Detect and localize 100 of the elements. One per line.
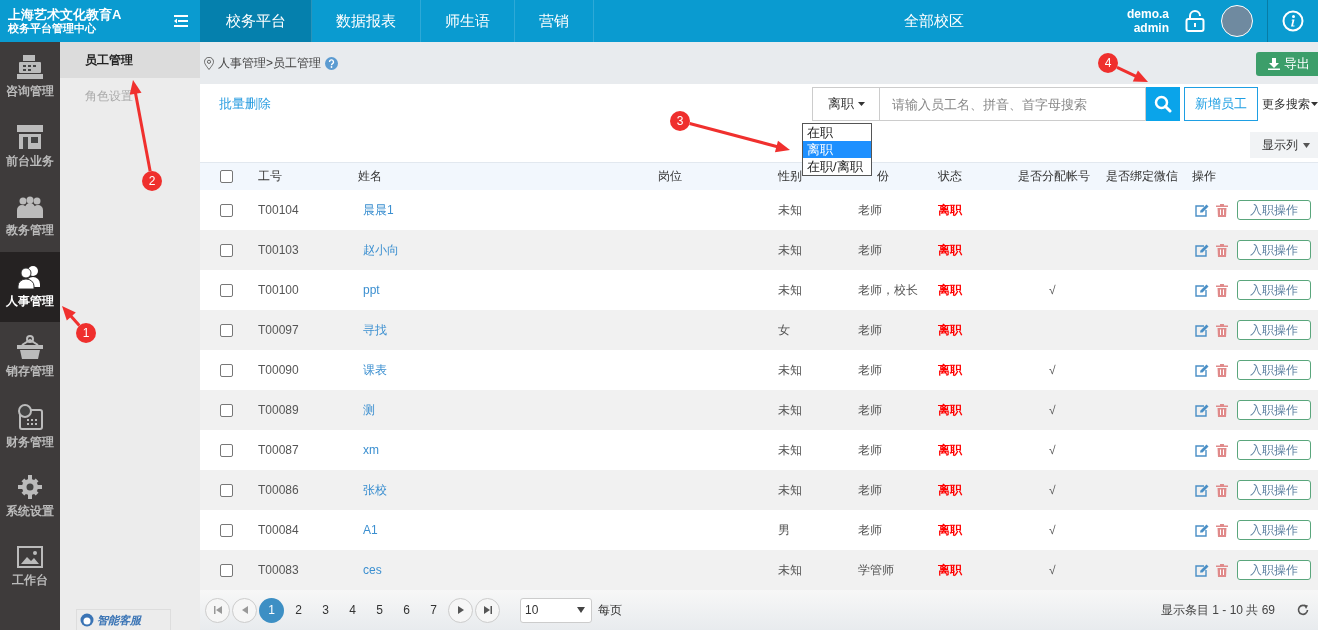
previous-page-button[interactable] — [232, 597, 257, 623]
row-checkbox[interactable] — [220, 203, 233, 217]
row-checkbox[interactable] — [220, 243, 233, 257]
page-number[interactable]: 5 — [367, 597, 392, 623]
row-checkbox[interactable] — [220, 563, 233, 577]
trash-icon[interactable] — [1216, 363, 1228, 377]
table-cell-text: 老师 — [857, 521, 883, 539]
row-checkbox[interactable] — [220, 443, 233, 457]
trash-icon[interactable] — [1216, 203, 1228, 217]
status-text: 离职 — [937, 521, 963, 539]
select-all-checkbox[interactable] — [220, 170, 233, 183]
onboard-button[interactable]: 入职操作 — [1237, 560, 1311, 580]
edit-icon[interactable] — [1195, 283, 1209, 297]
edit-icon[interactable] — [1195, 403, 1209, 417]
bulk-delete-link[interactable]: 批量删除 — [219, 95, 271, 113]
sidebar-item[interactable]: 财务管理 — [0, 392, 60, 462]
trash-icon[interactable] — [1216, 323, 1228, 337]
page-number[interactable]: 3 — [313, 597, 338, 623]
info-icon[interactable] — [1282, 10, 1304, 32]
export-button[interactable]: 导出 — [1256, 52, 1318, 76]
status-option[interactable]: 在职/离职 — [803, 158, 871, 175]
edit-icon[interactable] — [1195, 243, 1209, 257]
status-select[interactable]: 离职 — [812, 87, 880, 121]
page-number[interactable]: 6 — [394, 597, 419, 623]
edit-icon[interactable] — [1195, 363, 1209, 377]
row-checkbox[interactable] — [220, 483, 233, 497]
column-picker-button[interactable]: 显示列 — [1250, 132, 1318, 158]
help-icon[interactable] — [325, 56, 338, 70]
edit-icon[interactable] — [1195, 563, 1209, 577]
last-page-button[interactable] — [475, 597, 500, 623]
trash-icon[interactable] — [1216, 403, 1228, 417]
sidebar-item[interactable]: 销存管理 — [0, 322, 60, 392]
onboard-button[interactable]: 入职操作 — [1237, 520, 1311, 540]
sidebar-item[interactable]: 工作台 — [0, 532, 60, 602]
sidebar-item[interactable]: 前台业务 — [0, 112, 60, 182]
employee-name-link[interactable]: 测 — [363, 402, 375, 417]
more-search-button[interactable]: 更多搜索 — [1258, 87, 1318, 121]
onboard-button[interactable]: 入职操作 — [1237, 240, 1311, 260]
status-text: 离职 — [937, 241, 963, 259]
employee-name-link[interactable]: 赵小向 — [363, 242, 399, 257]
employee-name-link[interactable]: 寻找 — [363, 322, 387, 337]
trash-icon[interactable] — [1216, 523, 1228, 537]
edit-icon[interactable] — [1195, 323, 1209, 337]
row-checkbox[interactable] — [220, 283, 233, 297]
onboard-button[interactable]: 入职操作 — [1237, 400, 1311, 420]
onboard-button[interactable]: 入职操作 — [1237, 320, 1311, 340]
submenu-item[interactable]: 员工管理 — [60, 42, 200, 78]
sidebar-item[interactable]: 人事管理 — [0, 252, 60, 322]
trash-icon[interactable] — [1216, 283, 1228, 297]
edit-icon[interactable] — [1195, 203, 1209, 217]
lock-icon[interactable] — [1185, 10, 1205, 32]
employee-name-link[interactable]: ppt — [363, 283, 380, 297]
trash-icon[interactable] — [1216, 443, 1228, 457]
page-number[interactable]: 2 — [286, 597, 311, 623]
table-cell: √ — [1049, 363, 1056, 377]
status-option[interactable]: 在职 — [803, 124, 871, 141]
edit-icon[interactable] — [1195, 443, 1209, 457]
row-checkbox[interactable] — [220, 323, 233, 337]
page-number[interactable]: 1 — [259, 597, 284, 623]
search-field[interactable]: 请输入员工名、拼音、首字母搜索 — [880, 87, 1146, 121]
next-page-button[interactable] — [448, 597, 473, 623]
row-checkbox[interactable] — [220, 403, 233, 417]
onboard-button[interactable]: 入职操作 — [1237, 440, 1311, 460]
first-page-button[interactable] — [205, 597, 230, 623]
menu-icon[interactable] — [174, 15, 188, 27]
employee-name-link[interactable]: 张校 — [363, 482, 387, 497]
status-option[interactable]: 离职 — [803, 141, 871, 158]
edit-icon[interactable] — [1195, 483, 1209, 497]
refresh-icon[interactable] — [1297, 604, 1309, 616]
employee-name-link[interactable]: A1 — [363, 523, 378, 537]
edit-icon[interactable] — [1195, 523, 1209, 537]
sidebar-item[interactable]: 系统设置 — [0, 462, 60, 532]
row-checkbox[interactable] — [220, 363, 233, 377]
search-button[interactable] — [1146, 87, 1180, 121]
employee-name-link[interactable]: ces — [363, 563, 382, 577]
rows-per-page-select[interactable]: 10 — [520, 597, 592, 623]
onboard-button[interactable]: 入职操作 — [1237, 200, 1311, 220]
employee-name-link[interactable]: xm — [363, 443, 379, 457]
onboard-button[interactable]: 入职操作 — [1237, 360, 1311, 380]
employee-name-link[interactable]: 课表 — [363, 362, 387, 377]
nav-tab[interactable]: 校务平台 — [200, 0, 312, 42]
row-checkbox[interactable] — [220, 523, 233, 537]
trash-icon[interactable] — [1216, 483, 1228, 497]
sidebar-item[interactable]: 教务管理 — [0, 182, 60, 252]
onboard-button[interactable]: 入职操作 — [1237, 480, 1311, 500]
trash-icon[interactable] — [1216, 563, 1228, 577]
customer-service-logo[interactable]: 智能客服 — [76, 609, 171, 630]
avatar-photo[interactable] — [1221, 5, 1253, 37]
onboard-button[interactable]: 入职操作 — [1237, 280, 1311, 300]
table-cell: √ — [1049, 443, 1056, 457]
sidebar-item[interactable]: 咨询管理 — [0, 42, 60, 112]
campus-selector[interactable]: 全部校区 — [904, 11, 964, 31]
page-number[interactable]: 4 — [340, 597, 365, 623]
table-cell-text: 老师 — [857, 441, 883, 459]
previous-icon — [241, 606, 248, 614]
employee-name-link[interactable]: 晨晨1 — [363, 202, 394, 217]
page-number[interactable]: 7 — [421, 597, 446, 623]
trash-icon[interactable] — [1216, 243, 1228, 257]
caret-icon — [1303, 142, 1310, 148]
add-employee-button[interactable]: 新增员工 — [1184, 87, 1258, 121]
